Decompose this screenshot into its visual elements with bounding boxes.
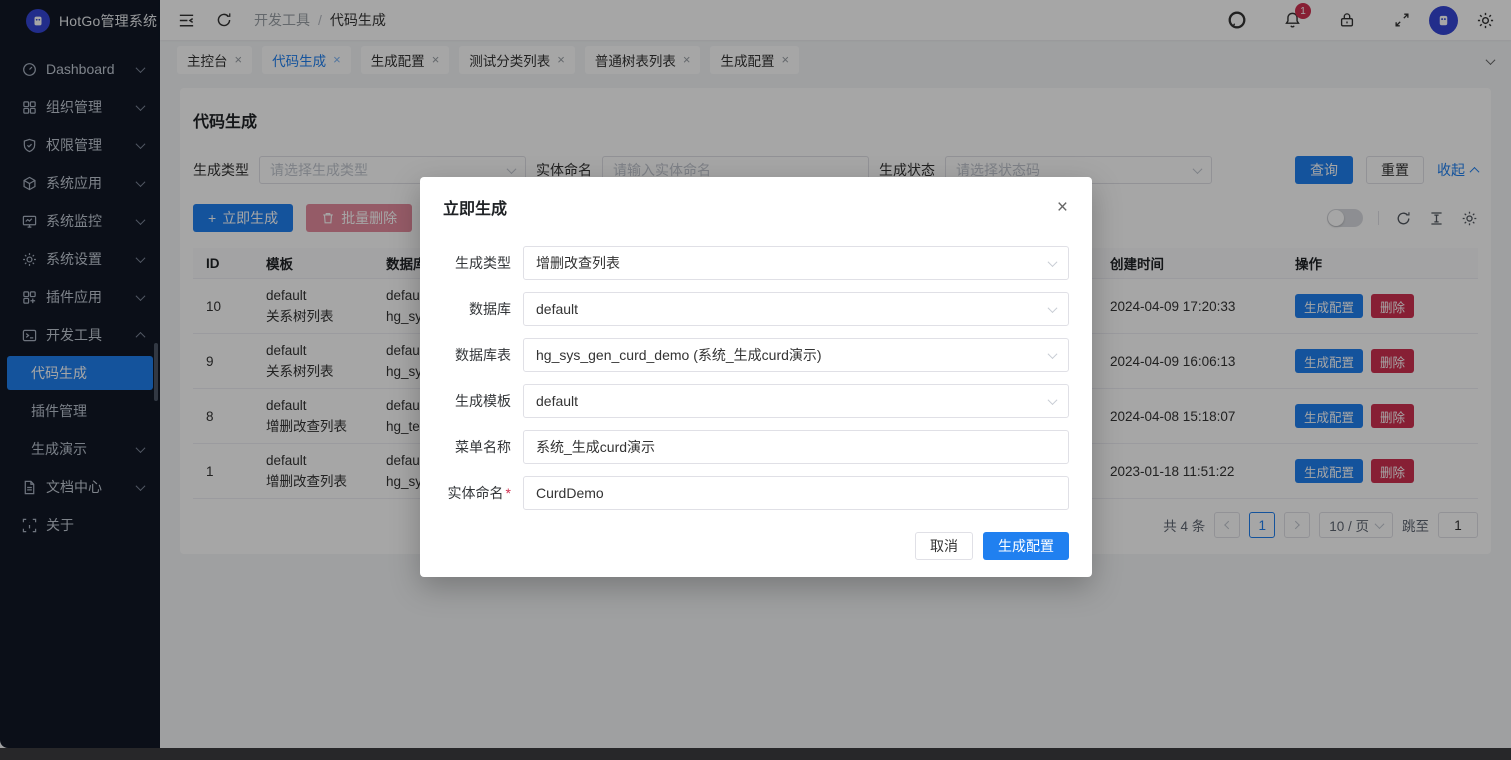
select-value: 增删改查列表 bbox=[536, 253, 620, 273]
app-window: HotGo管理系统 Dashboard 组织管理 权限管理 系统应用 bbox=[0, 0, 1511, 760]
chevron-down-icon bbox=[1048, 257, 1058, 267]
chevron-down-icon bbox=[1048, 303, 1058, 313]
modal-title: 立即生成 bbox=[443, 195, 507, 219]
generate-template-modal-select[interactable]: default bbox=[523, 384, 1069, 418]
modal-body: 生成类型 增删改查列表 数据库 default 数据库表 hg_sys_gen_… bbox=[420, 219, 1092, 522]
chevron-down-icon bbox=[1048, 349, 1058, 359]
modal-header: 立即生成 × bbox=[420, 177, 1092, 219]
modal-footer: 取消 生成配置 bbox=[420, 532, 1092, 577]
select-value: hg_sys_gen_curd_demo (系统_生成curd演示) bbox=[536, 345, 822, 365]
modal-field-menu-name: 菜单名称 bbox=[443, 430, 1069, 464]
select-value: default bbox=[536, 301, 578, 317]
modal-field-generate-type: 生成类型 增删改查列表 bbox=[443, 246, 1069, 280]
cancel-button[interactable]: 取消 bbox=[915, 532, 973, 560]
field-label: 生成模板 bbox=[443, 391, 523, 411]
confirm-generate-config-button[interactable]: 生成配置 bbox=[983, 532, 1069, 560]
chevron-down-icon bbox=[1048, 395, 1058, 405]
generate-type-modal-select[interactable]: 增删改查列表 bbox=[523, 246, 1069, 280]
field-label: 数据库表 bbox=[443, 345, 523, 365]
modal-field-database: 数据库 default bbox=[443, 292, 1069, 326]
entity-name-modal-input[interactable] bbox=[523, 476, 1069, 510]
close-modal-icon[interactable]: × bbox=[1057, 198, 1068, 217]
required-asterisk: * bbox=[506, 485, 511, 501]
modal-field-entity-name: 实体命名* bbox=[443, 476, 1069, 510]
field-label: 菜单名称 bbox=[443, 437, 523, 457]
database-table-modal-select[interactable]: hg_sys_gen_curd_demo (系统_生成curd演示) bbox=[523, 338, 1069, 372]
modal-field-generate-template: 生成模板 default bbox=[443, 384, 1069, 418]
field-label: 实体命名* bbox=[443, 483, 523, 503]
database-modal-select[interactable]: default bbox=[523, 292, 1069, 326]
select-value: default bbox=[536, 393, 578, 409]
menu-name-input[interactable] bbox=[523, 430, 1069, 464]
field-label: 数据库 bbox=[443, 299, 523, 319]
generate-now-modal: 立即生成 × 生成类型 增删改查列表 数据库 default 数据库表 bbox=[420, 177, 1092, 577]
field-label: 生成类型 bbox=[443, 253, 523, 273]
modal-field-database-table: 数据库表 hg_sys_gen_curd_demo (系统_生成curd演示) bbox=[443, 338, 1069, 372]
